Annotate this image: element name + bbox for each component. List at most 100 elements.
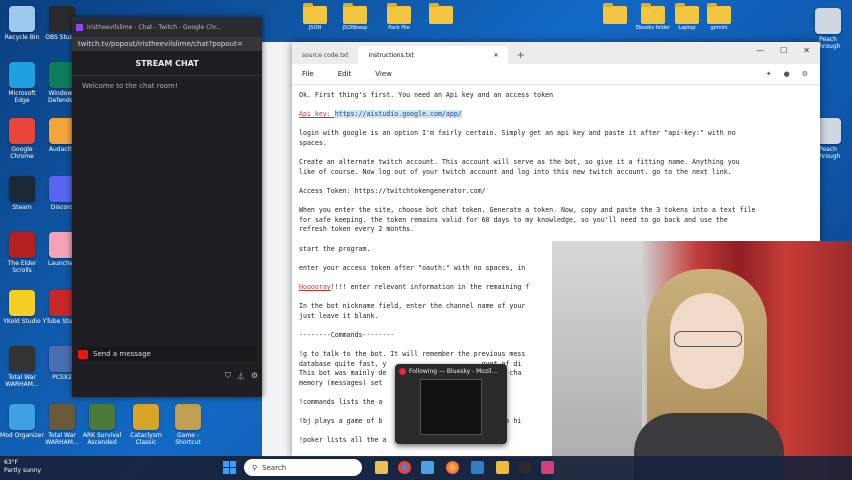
weather-widget[interactable]: 63°F Partly sunny: [4, 459, 41, 475]
app-icon: [9, 290, 35, 316]
window-controls: — ☐ ✕: [756, 46, 810, 55]
desktop: Recycle Bin OBS Studio Microsoft Edge Windo…: [0, 0, 852, 480]
firefox-icon[interactable]: [446, 461, 459, 474]
chat-welcome-message: Welcome to the chat room!: [82, 82, 178, 90]
doc-line: Create an alternate twitch account. This…: [299, 158, 740, 176]
desktop-folder[interactable]: gemini: [700, 3, 738, 31]
desktop-icon[interactable]: The Elder Scrolls: [0, 232, 44, 274]
desktop-icon[interactable]: Recycle Bin: [0, 6, 44, 41]
folder-icon: [641, 3, 665, 24]
close-tab-icon[interactable]: ✕: [493, 52, 498, 59]
app-icon: [815, 8, 841, 34]
account-icon[interactable]: ●: [784, 70, 790, 78]
taskbar-preview-popup[interactable]: Following — Bluesky - Mozil...: [395, 364, 507, 444]
app-icon: [9, 176, 35, 202]
windows-start-icon[interactable]: [223, 461, 236, 474]
chat-tools: ⛉ ⏃ ⚙: [225, 371, 258, 382]
folder-icon: [303, 3, 327, 24]
desktop-icon[interactable]: Total War WARHAM...: [0, 346, 44, 388]
app-icon: [89, 404, 115, 430]
desktop-icon[interactable]: Microsoft Edge: [0, 62, 44, 104]
chat-window-title: iristheevilslime - Chat - Twitch - Googl…: [87, 23, 222, 31]
preview-thumbnail[interactable]: [420, 379, 482, 435]
weather-temp: 63°F: [4, 459, 19, 466]
desktop-folder[interactable]: JSONbeep: [336, 3, 374, 31]
app-icon: [175, 404, 201, 430]
stream-chat-header: STREAM CHAT: [72, 51, 262, 76]
twitch-chat-window[interactable]: iristheevilslime - Chat - Twitch - Googl…: [72, 17, 262, 397]
copilot-icon[interactable]: ✦: [766, 70, 772, 78]
address-bar[interactable]: twitch.tv/popout/iristheevilslime/chat?p…: [72, 37, 262, 51]
folder-icon: [675, 3, 699, 24]
app-icon[interactable]: [541, 461, 554, 474]
desktop-icon[interactable]: YKold Studio: [0, 290, 44, 325]
desktop-folder[interactable]: [422, 3, 460, 25]
desktop-icon[interactable]: Mod Organizer: [0, 404, 44, 439]
app-icon: [9, 62, 35, 88]
settings-icon[interactable]: ⚙: [802, 70, 808, 78]
search-icon: ⚲: [252, 463, 258, 472]
taskbar: 63°F Partly sunny ⚲ Search: [0, 456, 852, 480]
desktop-icon[interactable]: ARK Survival Ascended: [80, 404, 124, 446]
minimize-icon[interactable]: —: [756, 46, 764, 55]
maximize-icon[interactable]: ☐: [780, 46, 787, 55]
tab-instructions[interactable]: Instructions.txt ✕: [358, 46, 509, 64]
folder-icon[interactable]: [496, 461, 509, 474]
menubar-right-tools: ✦ ● ⚙: [766, 70, 808, 78]
chat-url: twitch.tv/popout/iristheevilslime/chat?p…: [78, 40, 243, 48]
api-key-link[interactable]: https://aistudio.google.com/app/: [334, 110, 462, 119]
tab-source-code[interactable]: source code.txt: [292, 46, 358, 64]
folder-icon: [429, 3, 453, 24]
record-icon: [78, 349, 88, 359]
menu-file[interactable]: File: [302, 70, 314, 78]
webcam-person-glasses: [674, 331, 742, 347]
doc-line: Api key: https://aistudio.google.com/app…: [299, 110, 462, 119]
desktop-icon[interactable]: Game - Shortcut: [166, 404, 210, 446]
new-tab-icon[interactable]: +: [508, 50, 532, 64]
doc-line: Access Token: https://twitchtokengenerat…: [299, 186, 486, 195]
shield-icon[interactable]: ⛉: [225, 371, 231, 382]
app-icon: [9, 6, 35, 32]
desktop-icon[interactable]: Google Chrome: [0, 118, 44, 160]
doc-line: login with google is an option I'm fairl…: [299, 129, 736, 147]
obs-icon[interactable]: [519, 461, 532, 474]
chat-window-titlebar[interactable]: iristheevilslime - Chat - Twitch - Googl…: [72, 17, 262, 37]
doc-line: Ok. First thing's first. You need an Api…: [299, 91, 554, 99]
webcam-background-wall: [552, 241, 642, 480]
preview-title: Following — Bluesky - Mozil...: [395, 364, 507, 377]
app-icon: [9, 232, 35, 258]
folder-icon: [603, 3, 627, 24]
app-icon: [9, 346, 35, 372]
notepad-menubar: File Edit View ✦ ● ⚙: [292, 64, 820, 85]
desktop-folder[interactable]: [596, 3, 634, 25]
folder-icon: [343, 3, 367, 24]
notepad-tabbar: source code.txt Instructions.txt ✕ + — ☐…: [292, 42, 820, 64]
vscode-icon[interactable]: [471, 461, 484, 474]
desktop-icon[interactable]: Cataclysm Classic: [124, 404, 168, 446]
desktop-icon[interactable]: Steam: [0, 176, 44, 211]
menu-edit[interactable]: Edit: [338, 70, 352, 78]
app-icon: [9, 404, 35, 430]
chrome-icon[interactable]: [398, 461, 411, 474]
gear-icon[interactable]: ⚙: [251, 371, 258, 382]
app-icon: [133, 404, 159, 430]
notepad-icon[interactable]: [421, 461, 434, 474]
close-icon[interactable]: ✕: [803, 46, 810, 55]
app-icon: [49, 404, 75, 430]
twitch-icon: [76, 23, 83, 31]
desktop-folder[interactable]: Pack File: [380, 3, 418, 31]
desktop-folder[interactable]: JSON: [296, 3, 334, 31]
search-placeholder: Search: [262, 463, 287, 472]
desktop-icon[interactable]: Total War WARHAM...: [40, 404, 84, 446]
doc-line: When you enter the site, choose bot chat…: [299, 206, 756, 234]
filter-icon[interactable]: ⏃: [237, 371, 245, 382]
app-icon: [9, 118, 35, 144]
weather-desc: Partly sunny: [4, 467, 42, 474]
send-message-input[interactable]: Send a message: [78, 347, 256, 361]
taskbar-search[interactable]: ⚲ Search: [244, 459, 362, 476]
send-message-placeholder: Send a message: [93, 350, 151, 358]
folder-icon: [387, 3, 411, 24]
desktop-folder[interactable]: Ebooks folder: [634, 3, 672, 31]
menu-view[interactable]: View: [375, 70, 392, 78]
file-explorer-icon[interactable]: [375, 461, 388, 474]
